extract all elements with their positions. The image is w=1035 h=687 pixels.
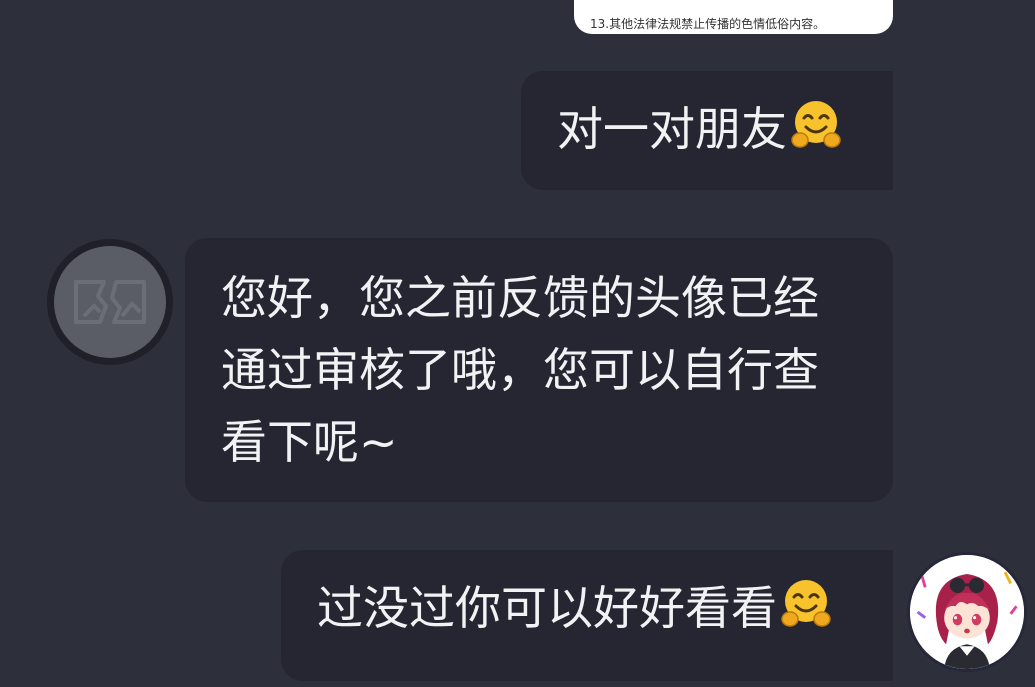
user-avatar[interactable] xyxy=(907,552,1027,672)
rules-card[interactable]: 13.其他法律法规禁止传播的色情低俗内容。 xyxy=(574,0,893,34)
message-text: 您好，您之前反馈的头像已经通过审核了哦，您可以自行查看下呢~ xyxy=(221,271,819,469)
rules-card-text: 13.其他法律法规禁止传播的色情低俗内容。 xyxy=(590,17,826,31)
contact-avatar[interactable] xyxy=(47,239,173,365)
message-bubble-outgoing[interactable]: 过没过你可以好好看看 xyxy=(281,550,893,681)
message-bubble-incoming[interactable]: 您好，您之前反馈的头像已经通过审核了哦，您可以自行查看下呢~ xyxy=(185,238,893,502)
message-text: 对一对朋友 xyxy=(557,102,787,156)
message-text: 过没过你可以好好看看 xyxy=(317,581,777,635)
broken-image-icon xyxy=(54,246,166,358)
message-bubble-outgoing[interactable]: 对一对朋友 xyxy=(521,71,893,190)
chat-window: 13.其他法律法规禁止传播的色情低俗内容。 对一对朋友 您好，您之前反馈的头像已… xyxy=(0,0,1035,687)
hugging-face-icon xyxy=(779,577,833,631)
anime-avatar-icon xyxy=(910,555,1024,669)
hugging-face-icon xyxy=(789,98,843,152)
